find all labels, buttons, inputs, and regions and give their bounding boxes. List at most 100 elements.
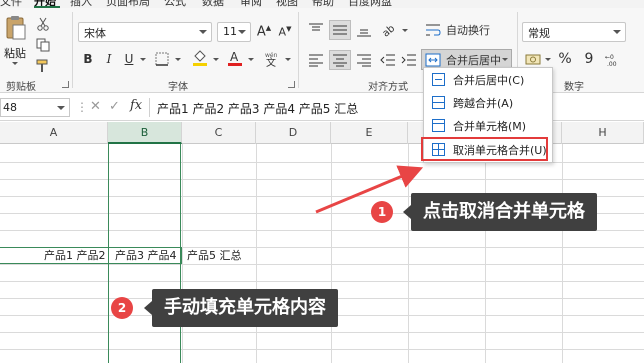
scissors-icon (37, 17, 49, 31)
gridline (0, 281, 644, 282)
step-2-badge: 2 (111, 297, 133, 319)
column-header-c[interactable]: C (182, 122, 256, 144)
name-box-value: 48 (3, 101, 17, 114)
font-family-select[interactable]: 宋体 (78, 22, 212, 42)
font-color-dropdown-caret[interactable] (248, 58, 254, 61)
underline-button[interactable]: U (121, 50, 137, 68)
align-right-button[interactable] (353, 50, 375, 70)
underline-icon: U (124, 52, 134, 66)
menu-item-merge-cells[interactable]: 合并单元格(M) (424, 114, 552, 137)
decrease-font-icon: A▼ (278, 25, 292, 39)
merge-across-icon (432, 96, 445, 109)
font-color-button[interactable]: A (226, 48, 244, 68)
paste-button[interactable] (4, 14, 28, 42)
align-top-button[interactable] (305, 20, 327, 40)
chevron-down-icon (57, 106, 65, 110)
number-format-select[interactable]: 常规 (522, 22, 626, 42)
step-2-callout: 手动填充单元格内容 (144, 289, 338, 327)
column-header-d[interactable]: D (256, 122, 331, 144)
column-header-a[interactable]: A (0, 122, 108, 144)
font-group-label: 字体 (168, 82, 188, 93)
bold-button[interactable]: B (80, 50, 96, 68)
svg-text:ab: ab (381, 23, 397, 38)
merge-center-icon (432, 73, 445, 86)
group-separator (298, 12, 299, 88)
fill-color-dropdown-caret[interactable] (213, 58, 219, 61)
italic-button[interactable]: I (101, 50, 117, 68)
check-icon[interactable]: ✓ (109, 99, 120, 114)
menu-item-label: 合并单元格(M) (453, 119, 527, 133)
tab-formulas[interactable]: 公式 (164, 0, 186, 8)
orientation-dropdown-caret[interactable] (402, 29, 408, 32)
tab-data[interactable]: 数据 (202, 0, 224, 8)
more-options-icon[interactable]: ⋮ (76, 100, 89, 114)
name-box[interactable]: 48 (0, 98, 70, 117)
phonetic-dropdown-caret[interactable] (285, 58, 291, 61)
increase-indent-button[interactable] (399, 50, 419, 70)
cut-button[interactable] (35, 16, 51, 32)
decrease-font-size-button[interactable]: A▼ (275, 22, 295, 42)
tab-page-layout[interactable]: 页面布局 (106, 0, 150, 8)
cell-b-text[interactable]: 产品3 产品4 (115, 248, 177, 263)
step-1-badge: 1 (371, 201, 393, 223)
percent-style-button[interactable]: % (556, 50, 574, 68)
formula-divider (149, 98, 150, 117)
accounting-dropdown-caret[interactable] (545, 58, 551, 61)
cancel-icon[interactable]: ✕ (90, 99, 101, 114)
clipboard-launcher-icon[interactable] (62, 81, 69, 88)
font-color-icon: A (228, 50, 242, 66)
borders-button[interactable] (153, 50, 171, 68)
font-size-select[interactable]: 11 (217, 22, 251, 42)
align-middle-button[interactable] (329, 20, 351, 40)
column-header-b[interactable]: B (108, 122, 182, 144)
tab-review[interactable]: 审阅 (240, 0, 262, 8)
orientation-button[interactable]: ab (378, 20, 400, 40)
copy-icon (36, 38, 50, 52)
font-launcher-icon[interactable] (288, 81, 295, 88)
tab-file[interactable]: 文件 (0, 0, 22, 8)
phonetic-guide-button[interactable]: wén 文 (262, 48, 282, 68)
comma-style-button[interactable]: 9 (580, 50, 598, 68)
decrease-indent-button[interactable] (378, 50, 398, 70)
align-middle-icon (333, 25, 347, 35)
merge-dropdown-caret[interactable] (502, 58, 508, 61)
paste-dropdown-caret[interactable] (12, 62, 18, 65)
menu-item-merge-across[interactable]: 跨越合并(A) (424, 91, 552, 114)
number-format-value: 常规 (528, 27, 550, 40)
chevron-down-icon (238, 30, 246, 34)
tab-insert[interactable]: 插入 (70, 0, 92, 8)
column-header-e[interactable]: E (331, 122, 408, 144)
cell-c-text[interactable]: 产品5 汇总 (187, 248, 242, 263)
underline-dropdown-caret[interactable] (140, 58, 146, 61)
menu-item-merge-center[interactable]: 合并后居中(C) (424, 68, 552, 91)
font-family-value: 宋体 (84, 27, 106, 40)
copy-button[interactable] (35, 37, 51, 53)
increase-font-size-button[interactable]: A▲ (254, 22, 274, 42)
tab-baidu-netdisk[interactable]: 百度网盘 (348, 0, 392, 8)
accounting-icon (525, 54, 541, 65)
gridline (0, 332, 644, 333)
borders-dropdown-caret[interactable] (175, 58, 181, 61)
text-orientation-icon: ab (381, 23, 397, 38)
column-header-h[interactable]: H (562, 122, 644, 144)
align-center-icon (333, 54, 347, 67)
gridline (562, 144, 563, 363)
cell-a-text[interactable]: 产品1 产品2 (44, 248, 106, 263)
paste-label[interactable]: 粘贴 (4, 45, 26, 61)
wrap-text-button[interactable]: 自动换行 (422, 20, 512, 40)
insert-function-button[interactable]: fx (130, 98, 142, 113)
tab-help[interactable]: 帮助 (312, 0, 334, 8)
fill-color-button[interactable] (191, 48, 209, 68)
align-center-button[interactable] (329, 50, 351, 70)
clipboard-group-label: 剪贴板 (6, 82, 36, 93)
format-painter-button[interactable] (35, 58, 51, 74)
borders-icon (155, 52, 169, 66)
increase-font-icon: A▲ (256, 24, 272, 40)
gridline (182, 144, 183, 363)
tab-view[interactable]: 视图 (276, 0, 298, 8)
formula-input[interactable]: 产品1 产品2 产品3 产品4 产品5 汇总 (152, 98, 644, 117)
accounting-format-button[interactable] (523, 50, 543, 68)
align-bottom-button[interactable] (353, 20, 375, 40)
increase-decimal-button[interactable]: ←0.00 (603, 50, 631, 68)
align-left-button[interactable] (305, 50, 327, 70)
